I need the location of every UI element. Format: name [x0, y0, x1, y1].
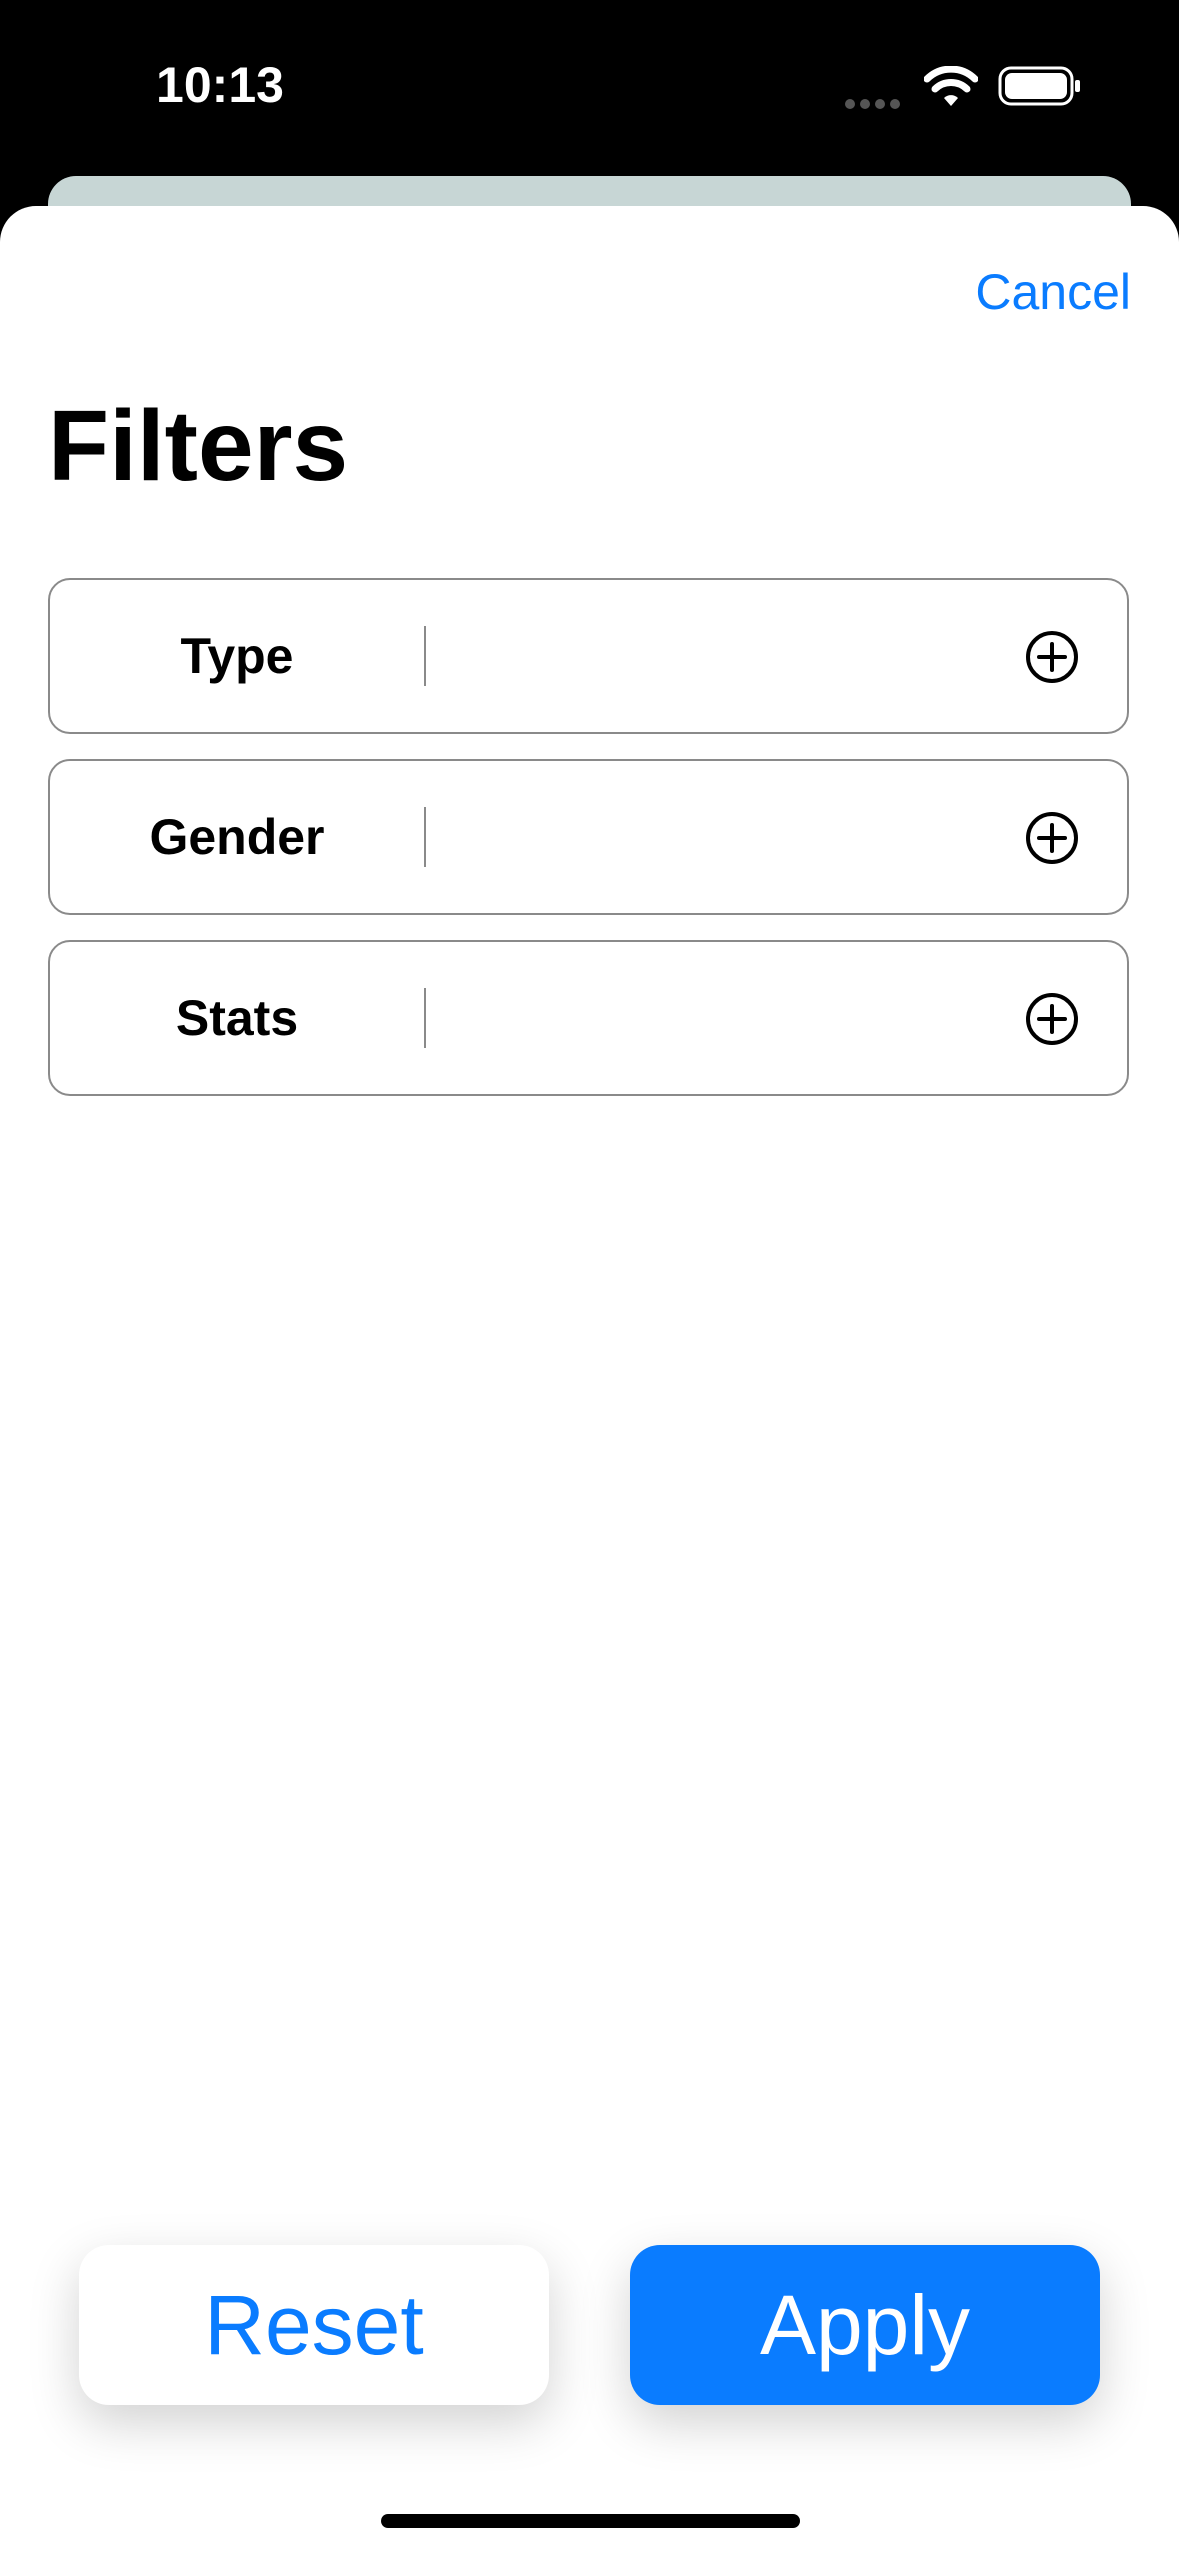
filters-sheet: Cancel Filters Type Gender Stats [0, 206, 1179, 2556]
plus-circle-icon[interactable] [1025, 811, 1079, 865]
filter-row-gender[interactable]: Gender [48, 759, 1129, 915]
cancel-button[interactable]: Cancel [975, 262, 1131, 322]
page-title: Filters [48, 390, 349, 502]
plus-circle-icon[interactable] [1025, 630, 1079, 684]
reset-button[interactable]: Reset [79, 2245, 549, 2405]
status-time: 10:13 [156, 57, 284, 113]
filter-row-type[interactable]: Type [48, 578, 1129, 734]
filter-divider [424, 807, 426, 867]
filter-label: Stats [175, 990, 299, 1046]
apply-button[interactable]: Apply [630, 2245, 1100, 2405]
filter-divider [424, 988, 426, 1048]
wifi-icon [924, 66, 978, 106]
home-indicator[interactable] [381, 2514, 800, 2528]
filter-divider [424, 626, 426, 686]
screen: 10:13 Cancel Filters Type Gender Stats R… [0, 0, 1179, 2556]
plus-circle-icon[interactable] [1025, 992, 1079, 1046]
filter-label: Type [180, 628, 294, 684]
filter-row-stats[interactable]: Stats [48, 940, 1129, 1096]
filter-label: Gender [149, 809, 325, 865]
battery-icon [998, 66, 1080, 106]
signal-dots-icon [845, 96, 905, 109]
